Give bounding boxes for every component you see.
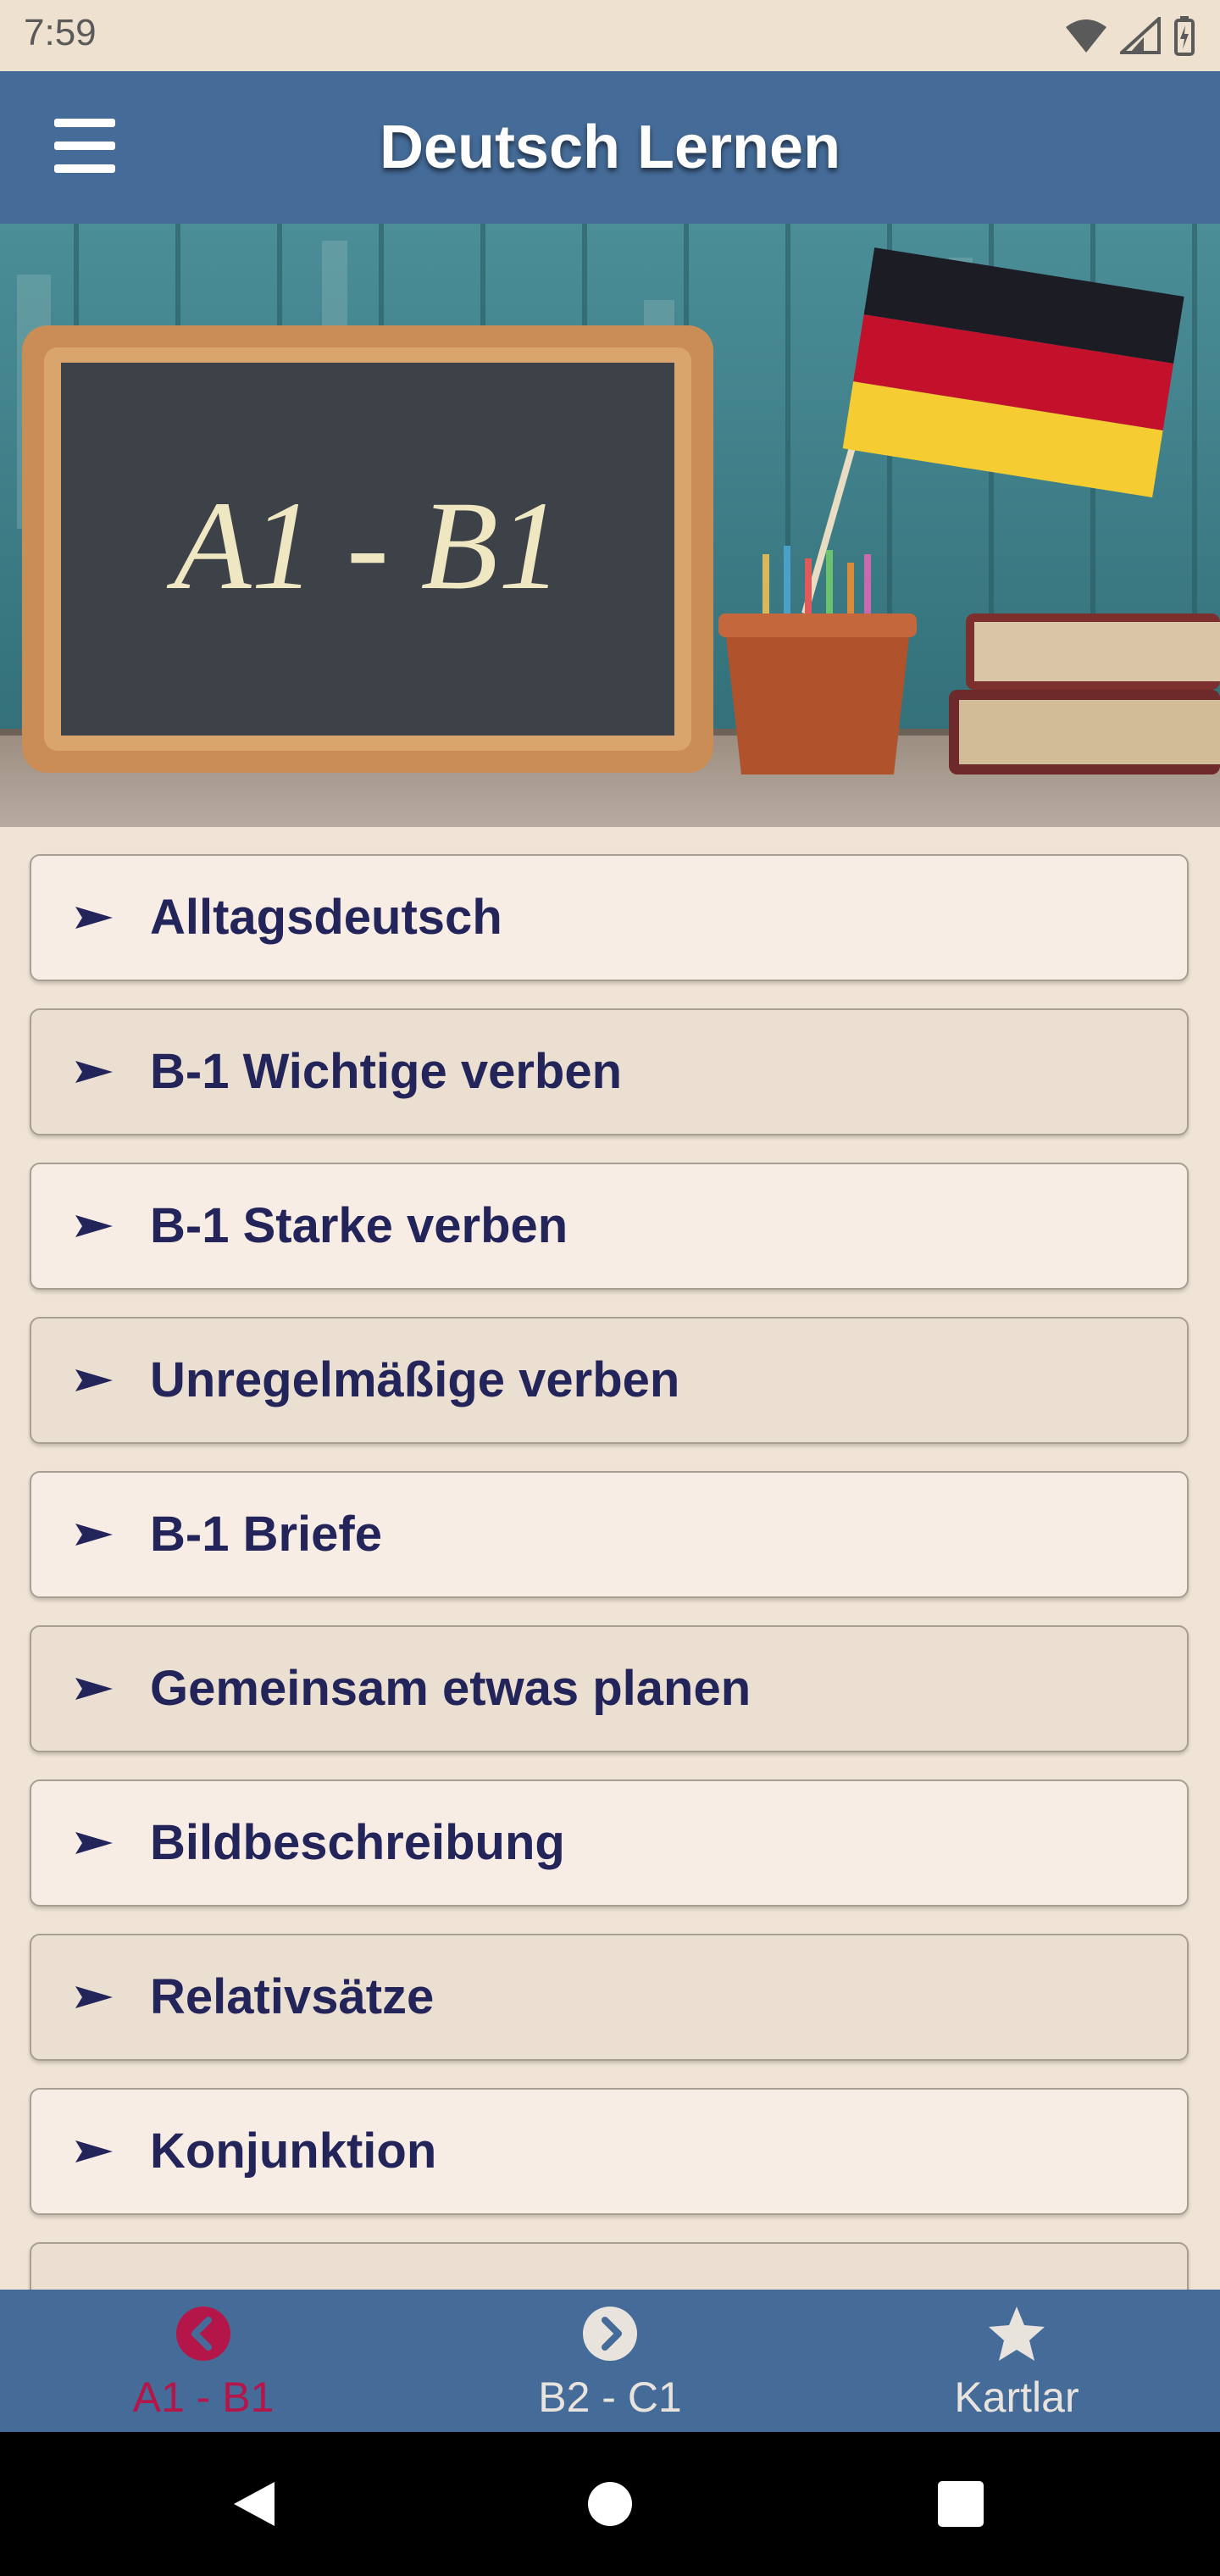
triangle-pointer-icon xyxy=(75,1678,113,1700)
list-item-label: Unregelmäßige verben xyxy=(150,1352,680,1407)
status-time: 7:59 xyxy=(24,12,97,53)
list-item-label: Relativsätze xyxy=(150,1969,435,2024)
menu-list: Alltagsdeutsch B-1 Wichtige verben B-1 S… xyxy=(0,827,1220,2290)
list-item-konjunktion[interactable]: Konjunktion xyxy=(30,2088,1189,2215)
triangle-pointer-icon xyxy=(75,1061,113,1083)
tab-kartlar[interactable]: Kartlar xyxy=(813,2290,1220,2432)
recents-icon[interactable] xyxy=(938,2481,984,2527)
tab-label: A1 - B1 xyxy=(132,2373,274,2421)
battery-icon xyxy=(1174,16,1195,56)
list-item-b1-wichtige-verben[interactable]: B-1 Wichtige verben xyxy=(30,1008,1189,1135)
banner-image: A1 - B1 xyxy=(0,224,1220,827)
list-item-label: Konjunktion xyxy=(150,2124,437,2179)
list-item-label: B-1 Briefe xyxy=(150,1507,382,1562)
list-item-label: Alltagsdeutsch xyxy=(150,890,502,945)
triangle-pointer-icon xyxy=(75,1369,113,1391)
hamburger-menu-icon[interactable] xyxy=(51,115,119,176)
chalkboard-text: A1 - B1 xyxy=(166,475,562,616)
triangle-pointer-icon xyxy=(75,1215,113,1237)
chevron-right-circle-icon xyxy=(583,2307,637,2361)
list-item-unregelmaessige-verben[interactable]: Unregelmäßige verben xyxy=(30,1317,1189,1444)
triangle-pointer-icon xyxy=(75,1524,113,1546)
bottom-navigation: A1 - B1 B2 - C1 Kartlar xyxy=(0,2290,1220,2432)
home-icon[interactable] xyxy=(586,2480,634,2528)
app-bar: Deutsch Lernen xyxy=(0,71,1220,224)
system-navigation-bar xyxy=(0,2432,1220,2576)
tab-b2-c1[interactable]: B2 - C1 xyxy=(407,2290,813,2432)
list-item-gemeinsam-etwas-planen[interactable]: Gemeinsam etwas planen xyxy=(30,1625,1189,1752)
list-item-b1-starke-verben[interactable]: B-1 Starke verben xyxy=(30,1163,1189,1290)
list-item-label: Bildbeschreibung xyxy=(150,1815,565,1870)
wifi-icon xyxy=(1066,19,1106,53)
list-item-b1-briefe[interactable]: B-1 Briefe xyxy=(30,1471,1189,1598)
app-title: Deutsch Lernen xyxy=(379,114,841,181)
tab-label: B2 - C1 xyxy=(538,2373,682,2421)
cell-signal-icon xyxy=(1120,17,1161,54)
list-item-label: Gemeinsam etwas planen xyxy=(150,1661,751,1716)
back-icon[interactable] xyxy=(230,2479,278,2529)
list-item-partial[interactable] xyxy=(30,2242,1189,2290)
tab-label: Kartlar xyxy=(954,2373,1079,2421)
star-icon xyxy=(989,2307,1045,2361)
triangle-pointer-icon xyxy=(75,907,113,929)
list-item-relativsaetze[interactable]: Relativsätze xyxy=(30,1934,1189,2061)
list-item-label: B-1 Starke verben xyxy=(150,1198,568,1253)
triangle-pointer-icon xyxy=(75,1986,113,2008)
triangle-pointer-icon xyxy=(75,1832,113,1854)
list-item-label: B-1 Wichtige verben xyxy=(150,1044,623,1099)
chevron-left-circle-icon xyxy=(176,2307,230,2361)
list-item-alltagsdeutsch[interactable]: Alltagsdeutsch xyxy=(30,854,1189,981)
triangle-pointer-icon xyxy=(75,2140,113,2162)
status-icons xyxy=(1064,15,1196,56)
list-item-bildbeschreibung[interactable]: Bildbeschreibung xyxy=(30,1779,1189,1907)
tab-a1-b1[interactable]: A1 - B1 xyxy=(0,2290,407,2432)
status-bar: 7:59 xyxy=(0,0,1220,71)
